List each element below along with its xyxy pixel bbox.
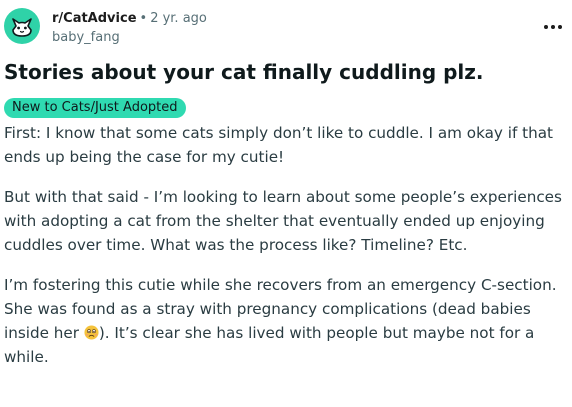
subreddit-avatar[interactable]	[4, 8, 40, 44]
more-options-button[interactable]	[542, 18, 564, 30]
body-line: cuddles over time. What was the process …	[4, 236, 468, 254]
body-paragraph-3: I’m fostering this cutie while she recov…	[4, 273, 564, 369]
meta-separator: •	[139, 11, 148, 26]
more-horizontal-icon	[544, 25, 562, 29]
post-header: r/CatAdvice • 2 yr. ago baby_fang	[4, 8, 564, 52]
body-line: ends up being the case for my cutie!	[4, 148, 285, 166]
post-flair[interactable]: New to Cats/Just Adopted	[4, 98, 186, 118]
body-line: ). It’s clear she has lived with people …	[98, 324, 535, 342]
post-age: 2 yr. ago	[150, 11, 207, 26]
body-paragraph-1: First: I know that some cats simply don’…	[4, 121, 564, 169]
post-meta: r/CatAdvice • 2 yr. ago baby_fang	[52, 10, 207, 46]
body-line: She was found as a stray with pregnancy …	[4, 300, 531, 318]
body-line: I’m fostering this cutie while she recov…	[4, 276, 557, 294]
body-line: First: I know that some cats simply don’…	[4, 124, 553, 142]
body-paragraph-2: But with that said - I’m looking to lear…	[4, 185, 564, 257]
body-line: inside her	[4, 324, 80, 342]
post-title[interactable]: Stories about your cat finally cuddling …	[4, 59, 564, 85]
body-line: with adopting a cat from the shelter tha…	[4, 212, 545, 230]
meta-line: r/CatAdvice • 2 yr. ago	[52, 10, 207, 27]
cat-face-icon	[12, 18, 32, 37]
post-body: First: I know that some cats simply don’…	[4, 121, 564, 385]
body-line: But with that said - I’m looking to lear…	[4, 188, 562, 206]
body-line: while.	[4, 348, 49, 366]
author-link[interactable]: baby_fang	[52, 29, 207, 46]
subreddit-link[interactable]: r/CatAdvice	[52, 11, 137, 26]
sad-face-emoji-icon	[84, 325, 99, 340]
post-card: r/CatAdvice • 2 yr. ago baby_fang Stories …	[0, 0, 572, 407]
